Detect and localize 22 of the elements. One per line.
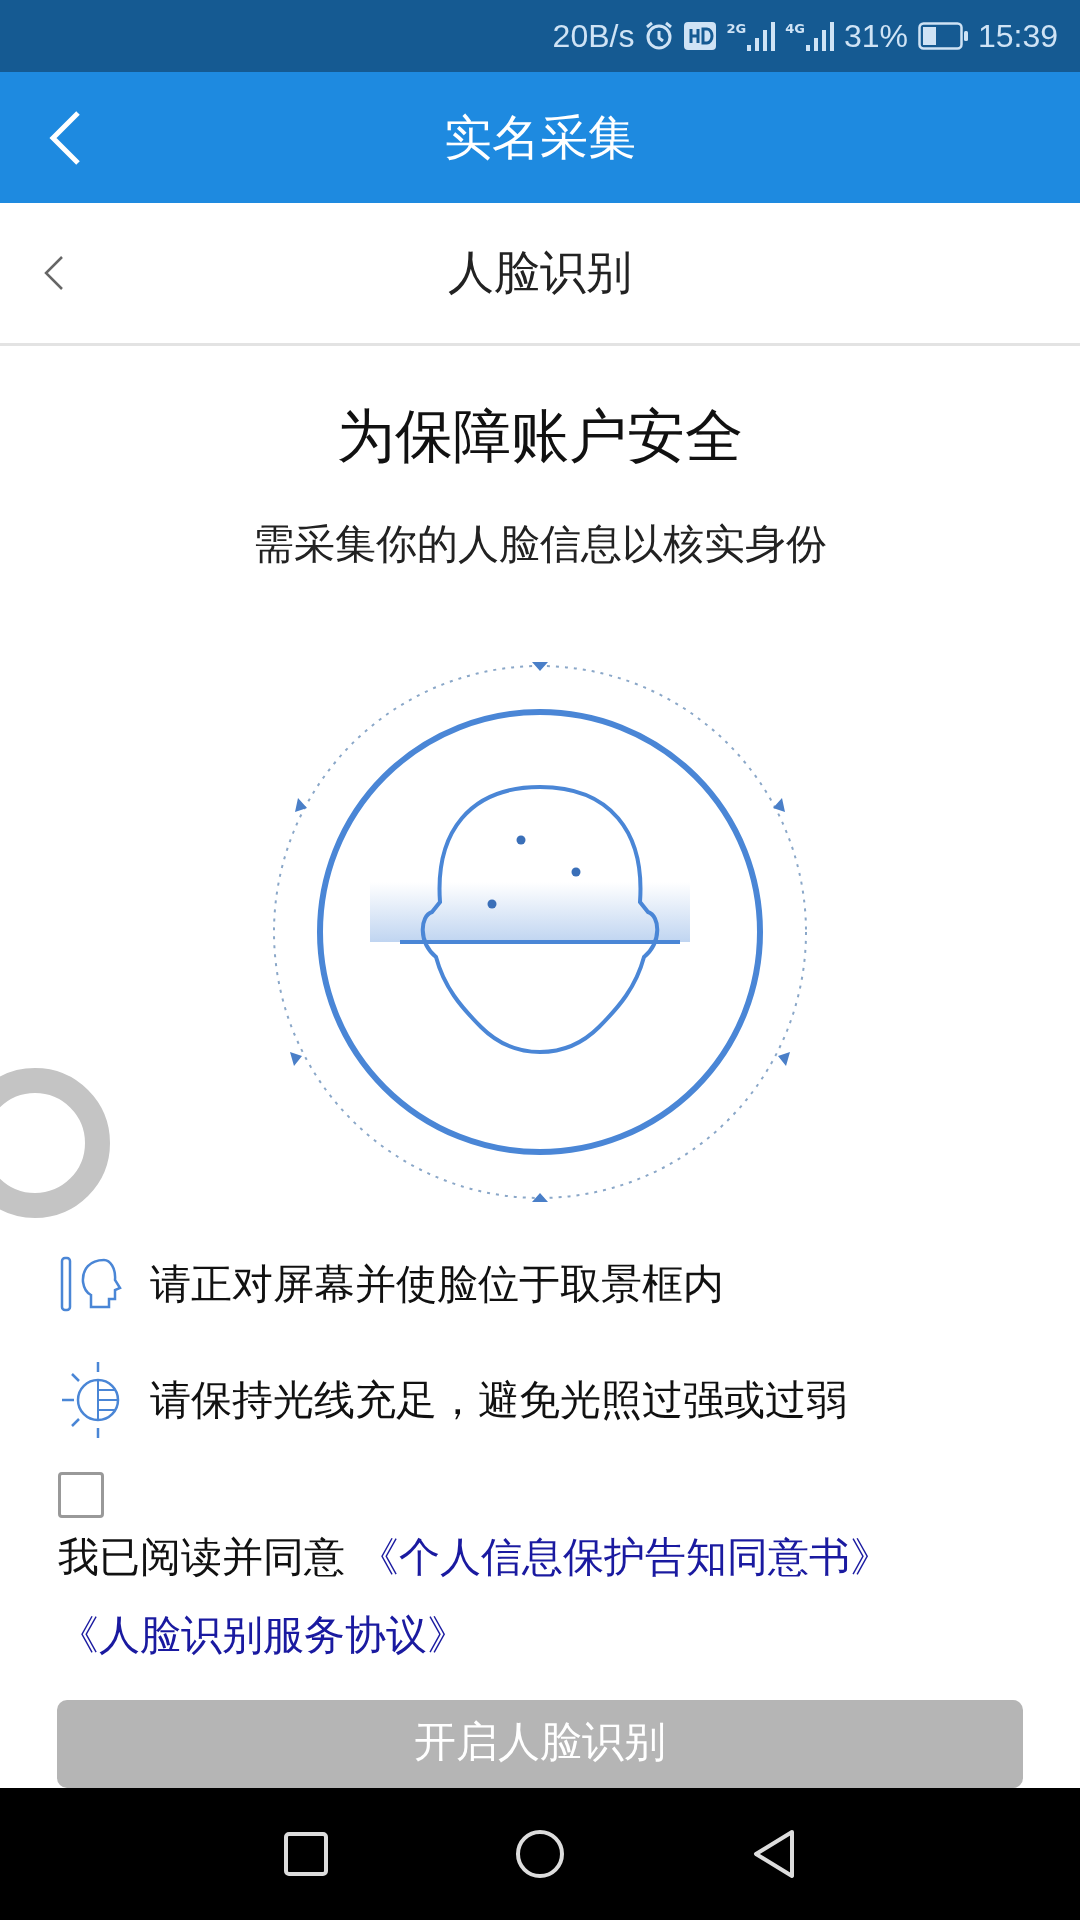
signal-icon <box>805 21 834 51</box>
home-icon[interactable] <box>514 1828 566 1880</box>
agreement-link[interactable]: 《个人信息保护告知同意书》 <box>358 1533 892 1581</box>
hd-icon <box>684 22 717 50</box>
agreement-checkbox[interactable] <box>58 1472 104 1518</box>
battery-percent: 31% <box>843 17 908 55</box>
alarm-clock-icon <box>644 21 675 51</box>
network-speed: 20B/s <box>552 17 635 55</box>
network-type: 2G <box>726 21 747 36</box>
signal-icon <box>747 21 776 51</box>
section-title: 人脸识别 <box>448 244 632 301</box>
heading: 为保障账户安全 <box>337 401 743 472</box>
clock: 15:39 <box>977 17 1058 55</box>
tip-text: 请保持光线充足，避免光照过强或过弱 <box>150 1374 847 1426</box>
battery-icon <box>917 22 968 50</box>
agreement-link[interactable]: 《人脸识别服务协议》 <box>58 1611 468 1659</box>
page-title: 实名采集 <box>444 107 636 167</box>
subtitle: 需采集你的人脸信息以核实身份 <box>253 519 827 570</box>
agreement-text: 我已阅读并同意 <box>58 1533 345 1581</box>
square-icon[interactable] <box>282 1830 330 1878</box>
network-type: 4G <box>785 21 805 36</box>
tip-text: 请正对屏幕并使脸位于取景框内 <box>150 1258 724 1310</box>
